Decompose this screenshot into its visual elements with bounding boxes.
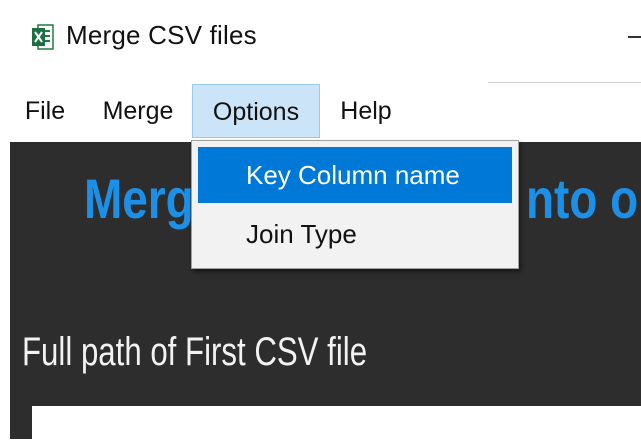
window-title: Merge CSV files bbox=[66, 20, 257, 50]
menu-file[interactable]: File bbox=[20, 84, 70, 138]
menu-item-join-type[interactable]: Join Type bbox=[198, 206, 512, 262]
menu-item-key-column-name[interactable]: Key Column name bbox=[198, 147, 512, 203]
menu-options[interactable]: Options bbox=[192, 84, 320, 138]
first-csv-label: Full path of First CSV file bbox=[22, 330, 368, 374]
menu-merge[interactable]: Merge bbox=[92, 84, 184, 138]
menu-bar: File Merge Options Help bbox=[0, 84, 641, 142]
minimize-icon bbox=[628, 36, 641, 38]
menu-help[interactable]: Help bbox=[330, 84, 402, 138]
excel-icon bbox=[32, 22, 54, 52]
page-heading: Merg bbox=[84, 167, 194, 230]
page-heading-continued: nto o bbox=[526, 167, 639, 230]
options-dropdown-menu: Key Column name Join Type bbox=[191, 140, 519, 269]
minimize-button[interactable] bbox=[626, 22, 641, 52]
divider bbox=[488, 82, 641, 83]
title-bar: Merge CSV files bbox=[0, 0, 641, 80]
first-csv-path-input[interactable] bbox=[32, 406, 641, 446]
